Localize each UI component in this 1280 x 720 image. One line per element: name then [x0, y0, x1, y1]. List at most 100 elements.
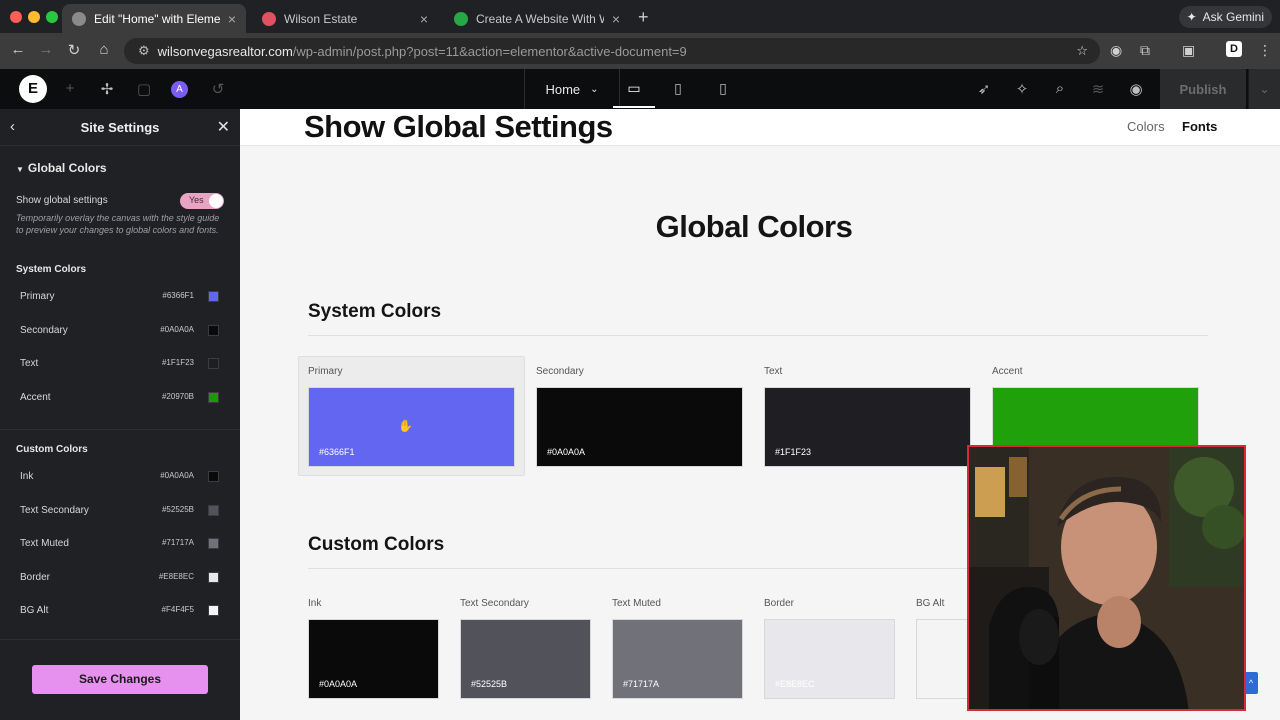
scroll-up-button[interactable]: ^ — [1244, 672, 1258, 694]
global-color-row[interactable]: Ink #0A0A0A — [0, 467, 240, 487]
color-swatch-picker[interactable] — [208, 358, 219, 369]
preview-eye-icon[interactable]: ◉ — [1126, 80, 1146, 98]
bookmark-star-icon[interactable]: ☆ — [1076, 43, 1088, 59]
color-card-swatch[interactable]: #1F1F23 — [764, 387, 971, 467]
fonts-link[interactable]: Fonts — [1182, 119, 1217, 134]
extensions-icon[interactable]: ⧉ — [1140, 42, 1150, 59]
color-card-hex: #71717A — [623, 679, 660, 689]
global-colors-heading: Global Colors — [655, 209, 853, 244]
mobile-view-icon[interactable]: ▯ — [713, 80, 733, 97]
color-swatch-picker[interactable] — [208, 605, 219, 616]
custom-colors-heading: Custom Colors — [308, 534, 445, 555]
color-card-label: Secondary — [536, 366, 584, 377]
page-settings-icon[interactable]: ▢ — [134, 80, 154, 98]
window-zoom-control[interactable] — [46, 11, 58, 23]
rocket-icon[interactable]: ➶ — [974, 80, 994, 98]
color-card-swatch[interactable]: #0A0A0A — [536, 387, 743, 467]
color-card-swatch[interactable]: #52525B — [460, 619, 591, 699]
color-name: Ink — [20, 471, 34, 482]
color-swatch-picker[interactable] — [208, 291, 219, 302]
chevron-down-icon: ⌄ — [590, 83, 599, 95]
site-favicon-icon — [454, 11, 468, 26]
caret-down-icon: ▼ — [16, 165, 24, 174]
global-color-row[interactable]: Border #E8E8EC — [0, 568, 240, 588]
publish-options-button[interactable]: ⌄ — [1248, 69, 1280, 109]
save-changes-button[interactable]: Save Changes — [32, 665, 208, 694]
mouse-cursor-icon: ✋ — [398, 419, 413, 433]
address-bar[interactable]: ⚙ wilsonvegasrealtor.com/wp-admin/post.p… — [124, 38, 1100, 64]
close-tab-icon[interactable]: × — [612, 11, 620, 27]
global-colors-section-toggle[interactable]: ▼ Global Colors — [16, 161, 107, 175]
add-element-icon[interactable]: + — [60, 80, 80, 97]
browser-tab-strip: Edit "Home" with Elementor × Wilson Esta… — [0, 0, 1280, 33]
show-global-settings-toggle[interactable]: Yes — [180, 193, 224, 209]
ask-gemini-label: Ask Gemini — [1202, 10, 1264, 24]
panel-title: Site Settings — [80, 120, 160, 135]
site-info-icon[interactable]: ⚙ — [138, 43, 150, 59]
style-guide-header: Show Global Settings Colors Fonts — [240, 109, 1280, 146]
ask-gemini-button[interactable]: ✦ Ask Gemini — [1178, 6, 1272, 28]
color-name: Text Muted — [20, 538, 69, 549]
more-menu-icon[interactable]: ⋮ — [1258, 42, 1272, 59]
color-swatch-picker[interactable] — [208, 471, 219, 482]
color-swatch-picker[interactable] — [208, 538, 219, 549]
global-color-row[interactable]: Text Muted #71717A — [0, 534, 240, 554]
color-hex-value: #52525B — [161, 504, 194, 514]
desktop-view-icon[interactable]: ▭ — [624, 80, 644, 97]
color-card-swatch[interactable]: #0A0A0A — [308, 619, 439, 699]
page-selector[interactable]: Home ⌄ — [524, 69, 620, 109]
browser-tab-wilson-estate[interactable]: Wilson Estate × — [252, 4, 438, 33]
global-color-row[interactable]: Accent #20970B — [0, 388, 240, 408]
structure-layers-icon[interactable]: ≋ — [1088, 80, 1108, 98]
browser-tab-elementor[interactable]: Edit "Home" with Elementor × — [62, 4, 246, 33]
home-icon[interactable]: ⌂ — [94, 41, 114, 58]
color-card-label: Text — [764, 366, 783, 377]
global-color-row[interactable]: Secondary #0A0A0A — [0, 321, 240, 341]
site-favicon-icon — [262, 11, 276, 26]
color-hex-value: #0A0A0A — [160, 324, 194, 334]
elementor-logo-icon[interactable]: E — [19, 75, 47, 103]
color-swatch-picker[interactable] — [208, 504, 219, 516]
close-tab-icon[interactable]: × — [228, 11, 236, 27]
ai-assistant-icon[interactable]: A — [171, 81, 188, 98]
history-icon[interactable]: ↺ — [208, 80, 228, 98]
color-name: Primary — [20, 291, 55, 302]
new-tab-button[interactable]: + — [638, 7, 649, 28]
section-title: Global Colors — [27, 161, 107, 175]
color-card-label: Text Secondary — [460, 598, 529, 609]
reload-icon[interactable]: ↻ — [64, 41, 84, 59]
color-swatch-picker[interactable] — [208, 324, 219, 336]
color-card-hex: #52525B — [471, 679, 508, 689]
profile-avatar[interactable]: D — [1226, 41, 1242, 57]
tab-search-icon[interactable]: ▣ — [1182, 42, 1195, 59]
close-tab-icon[interactable]: × — [420, 11, 428, 27]
color-card-swatch[interactable]: #71717A — [612, 619, 743, 699]
color-hex-value: #E8E8EC — [158, 571, 194, 581]
color-name: BG Alt — [20, 605, 49, 616]
color-card-label: Text Muted — [612, 598, 661, 609]
colors-link[interactable]: Colors — [1127, 119, 1165, 134]
tablet-view-icon[interactable]: ▯ — [668, 80, 688, 97]
site-settings-icon[interactable]: ✢ — [97, 80, 117, 98]
page-selector-label: Home — [545, 81, 581, 97]
tab-title: Wilson Estate — [284, 11, 358, 26]
global-color-row[interactable]: Primary #6366F1 — [0, 287, 240, 307]
publish-button[interactable]: Publish — [1160, 69, 1246, 109]
global-color-row[interactable]: BG Alt #F4F4F5 — [0, 601, 240, 621]
color-swatch-picker[interactable] — [208, 391, 219, 403]
close-icon[interactable]: ✕ — [217, 117, 230, 137]
global-color-row[interactable]: Text #1F1F23 — [0, 354, 240, 374]
color-name: Border — [20, 571, 51, 583]
forward-arrow-icon[interactable]: → — [36, 41, 56, 58]
color-card-swatch[interactable]: #E8E8EC — [764, 619, 895, 699]
window-minimize-control[interactable] — [28, 11, 40, 23]
search-icon[interactable]: ⌕ — [1050, 80, 1070, 97]
global-color-row[interactable]: Text Secondary #52525B — [0, 501, 240, 521]
color-card-label: Accent — [992, 366, 1023, 377]
color-swatch-picker[interactable] — [208, 571, 219, 583]
back-arrow-icon[interactable]: ← — [8, 41, 28, 58]
camera-icon[interactable]: ◉ — [1110, 42, 1122, 59]
browser-tab-create-website[interactable]: Create A Website With WordP × — [444, 4, 630, 33]
window-close-control[interactable] — [10, 11, 22, 23]
notifications-icon[interactable]: ✧ — [1012, 80, 1032, 98]
